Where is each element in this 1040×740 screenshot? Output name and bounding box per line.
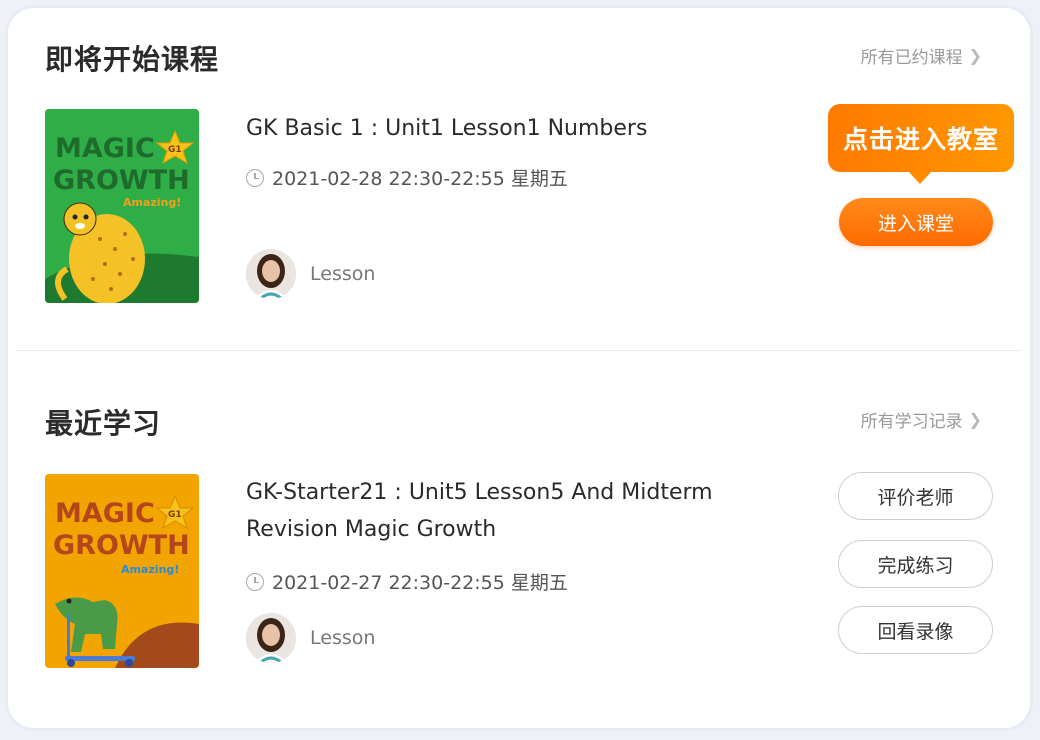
teacher-label: Lesson — [310, 263, 376, 285]
upcoming-course-title[interactable]: GK Basic 1 : Unit1 Lesson1 Numbers — [246, 110, 786, 147]
complete-exercise-button[interactable]: 完成练习 — [838, 540, 993, 588]
teacher-label: Lesson — [310, 627, 376, 649]
clock-icon — [246, 572, 264, 591]
rate-teacher-button[interactable]: 评价老师 — [838, 472, 993, 520]
cover-text-growth: GROWTH — [53, 165, 190, 196]
avatar-image — [246, 613, 296, 663]
course-card: 即将开始课程 所有已约课程 ❯ MAGIC GROWTH G1 Amazing! — [8, 8, 1030, 728]
all-booked-courses-link[interactable]: 所有已约课程 ❯ — [861, 43, 982, 68]
upcoming-section-title: 即将开始课程 — [45, 43, 220, 76]
cover-badge-text: G1 — [168, 145, 182, 155]
recent-course-title[interactable]: GK-Starter21 : Unit5 Lesson5 And Midterm… — [246, 474, 786, 548]
recent-course-time: 2021-02-27 22:30-22:55 星期五 — [246, 568, 568, 595]
course-cover-recent[interactable]: MAGIC GROWTH G1 Amazing! — [45, 474, 199, 668]
cover-badge-text: G1 — [168, 510, 182, 520]
all-booked-courses-label: 所有已约课程 — [860, 48, 963, 68]
avatar-image — [246, 249, 296, 299]
chevron-right-icon: ❯ — [968, 410, 982, 429]
recent-course-title-line2: Revision Magic Growth — [246, 517, 497, 542]
course-cover-upcoming[interactable]: MAGIC GROWTH G1 Amazing! — [45, 109, 199, 303]
teacher-avatar[interactable] — [246, 613, 296, 663]
replay-recording-button[interactable]: 回看录像 — [838, 606, 993, 654]
cover-text-magic: MAGIC — [55, 133, 155, 164]
chevron-right-icon: ❯ — [968, 46, 982, 65]
recent-course-title-line1: GK-Starter21 : Unit5 Lesson5 And Midterm — [246, 480, 713, 505]
cover-text-magic: MAGIC — [55, 498, 155, 529]
clock-icon — [246, 168, 264, 187]
teacher-avatar[interactable] — [246, 249, 296, 299]
enter-classroom-tooltip: 点击进入教室 — [828, 104, 1014, 184]
cover-text-growth: GROWTH — [53, 530, 190, 561]
cover-illustration: MAGIC GROWTH G1 Amazing! — [45, 109, 199, 303]
recent-course-time-text: 2021-02-27 22:30-22:55 星期五 — [272, 572, 568, 594]
recent-section-title: 最近学习 — [45, 407, 162, 440]
section-divider — [16, 350, 1022, 351]
cover-illustration: MAGIC GROWTH G1 Amazing! — [45, 474, 199, 668]
upcoming-teacher: Lesson — [246, 249, 375, 299]
cover-tagline: Amazing! — [123, 196, 181, 209]
all-study-records-label: 所有学习记录 — [860, 412, 963, 432]
enter-class-button[interactable]: 进入课堂 — [839, 198, 993, 246]
recent-teacher: Lesson — [246, 613, 375, 663]
cover-tagline: Amazing! — [121, 563, 179, 576]
upcoming-course-time-text: 2021-02-28 22:30-22:55 星期五 — [272, 168, 568, 190]
all-study-records-link[interactable]: 所有学习记录 ❯ — [861, 407, 982, 432]
upcoming-course-time: 2021-02-28 22:30-22:55 星期五 — [246, 164, 568, 191]
